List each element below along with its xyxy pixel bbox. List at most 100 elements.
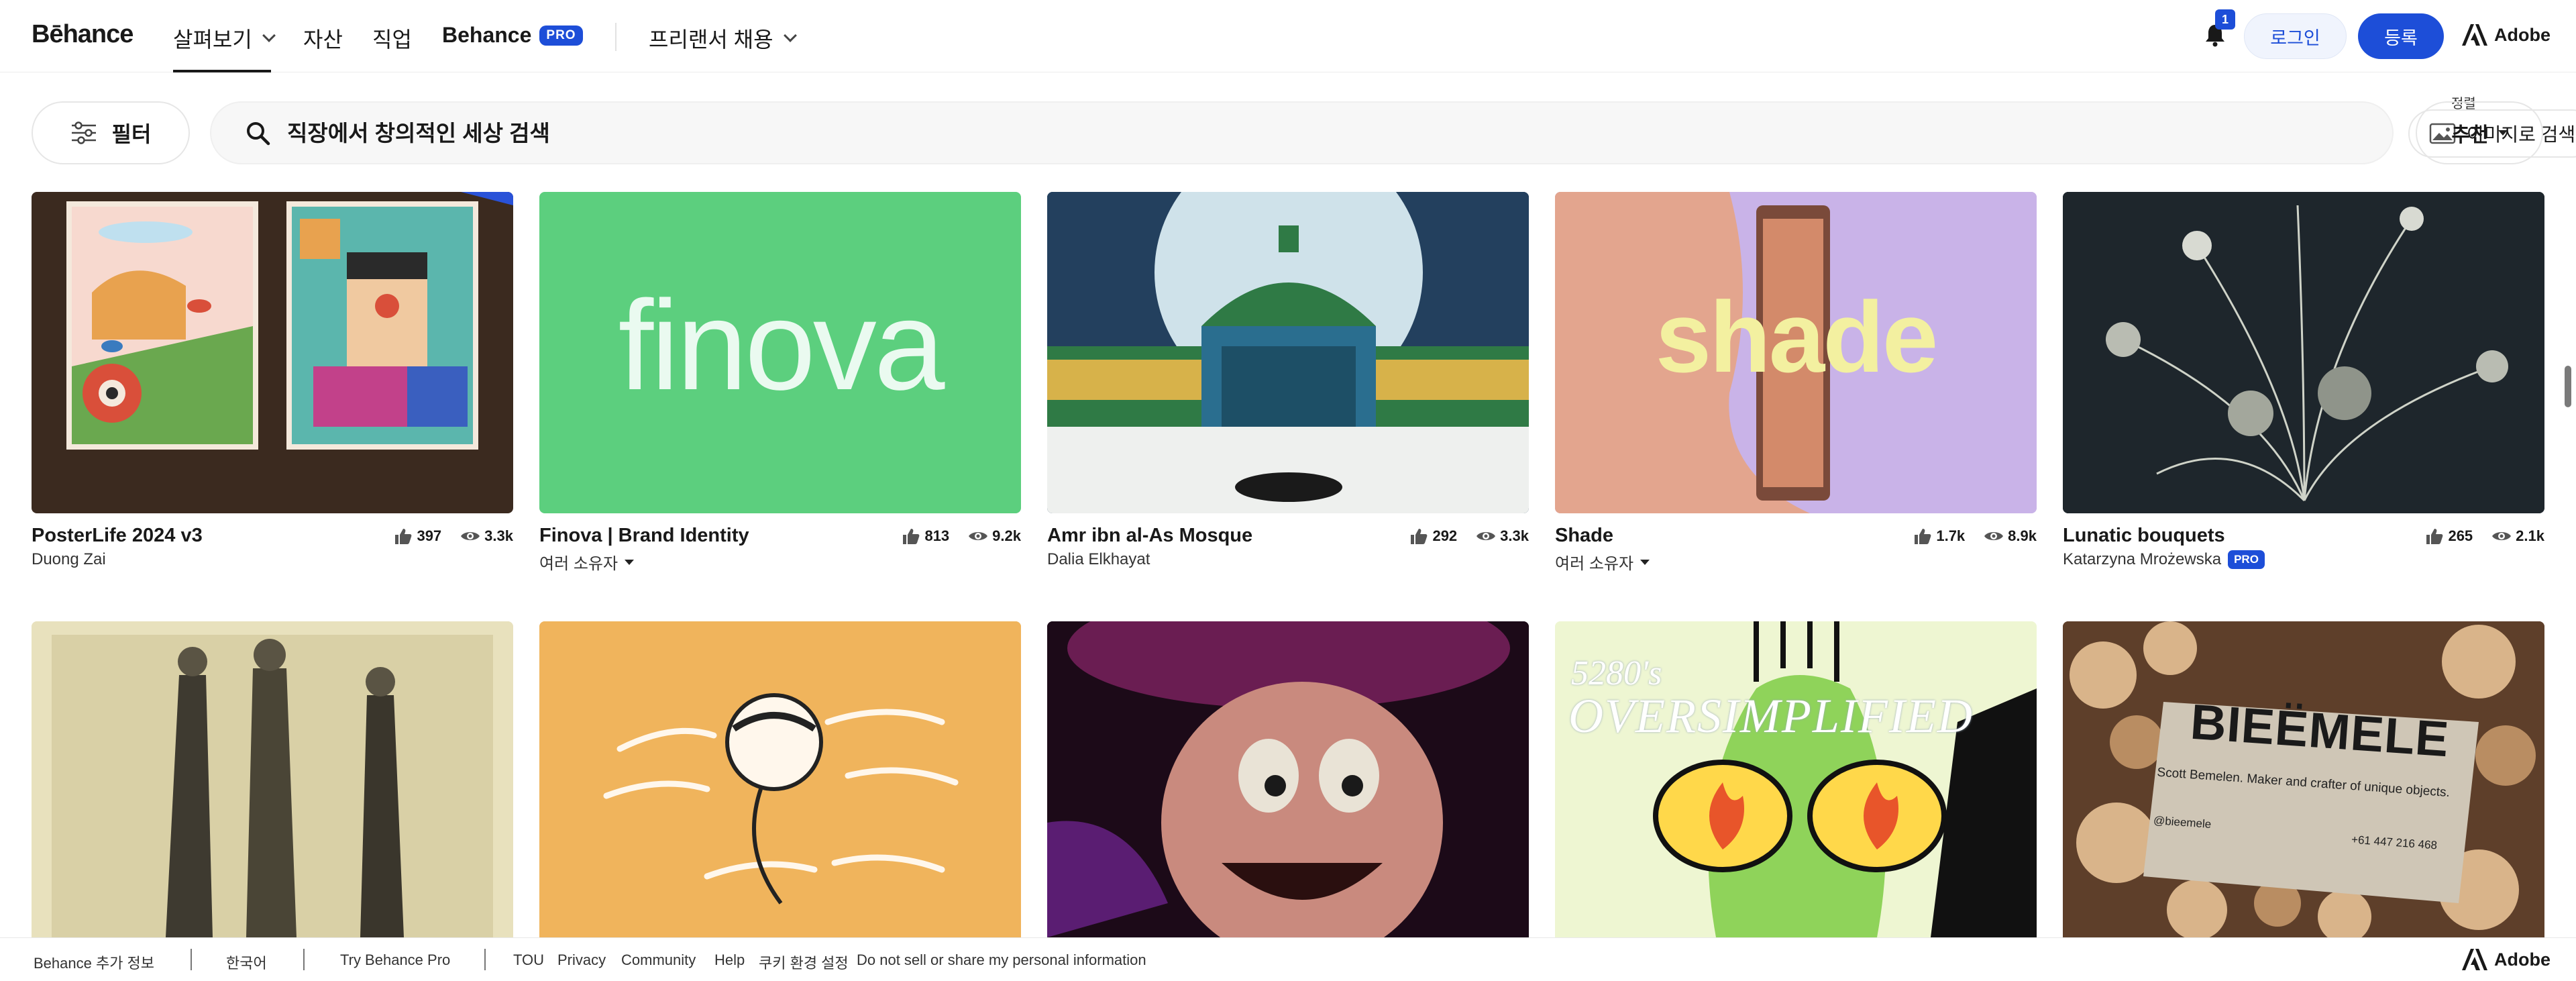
footer-cookies-link[interactable]: 쿠키 환경 설정 (759, 951, 849, 973)
eye-icon (2492, 532, 2512, 540)
nav-explore-label: 살펴보기 (173, 28, 252, 52)
likes: 1.7k (1913, 527, 1965, 545)
project-stats: 1.7k 8.9k (1901, 527, 2037, 545)
view-count: 3.3k (484, 527, 513, 544)
project-owner[interactable]: Katarzyna Mrożewska PRO (2063, 550, 2265, 569)
owner-pro-badge: PRO (2228, 550, 2265, 569)
project-owner[interactable]: 여러 소유자 (539, 550, 635, 574)
filter-button[interactable]: 필터 (32, 101, 190, 164)
footer-do-not-sell-link[interactable]: Do not sell or share my personal informa… (857, 951, 1146, 969)
nav-active-indicator (173, 70, 271, 72)
bouquets-artwork (2063, 192, 2544, 513)
project-owner[interactable]: Dalia Elkhayat (1047, 550, 1150, 569)
project-card[interactable]: Amr ibn al-As Mosque Dalia Elkhayat 292 … (1047, 192, 1529, 581)
sliders-icon (71, 121, 96, 144)
project-thumbnail[interactable] (539, 621, 1021, 937)
poster-title: OVERSIMPLIFIED (1568, 689, 1974, 743)
notification-count-badge: 1 (2215, 9, 2235, 30)
views: 2.1k (2491, 527, 2544, 545)
search-box[interactable]: 이미지로 검색 (210, 101, 2576, 164)
project-thumbnail[interactable] (32, 621, 513, 937)
project-thumbnail[interactable] (1047, 621, 1529, 937)
project-thumbnail[interactable] (32, 192, 513, 513)
eye-icon (1477, 532, 1496, 540)
thumbs-up-icon (1915, 529, 1931, 544)
behance-logo[interactable]: Bēhance (32, 20, 133, 49)
likes: 813 (902, 527, 949, 545)
owner-name: 여러 소유자 (539, 555, 619, 573)
view-count: 3.3k (1500, 527, 1529, 544)
footer-help-link[interactable]: Help (714, 951, 745, 969)
footer-more-link[interactable]: Behance 추가 정보 (34, 951, 154, 973)
project-thumbnail[interactable] (2063, 192, 2544, 513)
footer-try-pro-link[interactable]: Try Behance Pro (340, 951, 450, 969)
footer-adobe-link[interactable]: Adobe (2462, 949, 2551, 970)
view-count: 2.1k (2516, 527, 2544, 544)
project-owner[interactable]: Duong Zai (32, 550, 106, 569)
nav-explore[interactable]: 살펴보기 (173, 23, 276, 54)
footer-language-select[interactable]: 한국어 (226, 951, 267, 973)
page-scrollbar-thumb[interactable] (2565, 366, 2571, 407)
project-title[interactable]: Lunatic bouquets (2063, 525, 2225, 547)
footer-community-link[interactable]: Community (621, 951, 696, 969)
project-title[interactable]: Amr ibn al-As Mosque (1047, 525, 1252, 547)
footer-bar: Behance 추가 정보 한국어 Try Behance Pro TOU Pr… (0, 937, 2576, 981)
project-title[interactable]: Finova | Brand Identity (539, 525, 749, 547)
pro-badge: PRO (539, 25, 583, 46)
project-thumbnail[interactable]: BIEËMELE Scott Bemelen. Maker and crafte… (2063, 621, 2544, 937)
like-count: 265 (2448, 527, 2473, 544)
owner-name: 여러 소유자 (1555, 555, 1634, 573)
project-stats: 292 3.3k (1397, 527, 1529, 545)
views: 3.3k (1476, 527, 1529, 545)
footer-separator (303, 949, 305, 970)
project-card[interactable]: finova Finova | Brand Identity 여러 소유자 81… (539, 192, 1021, 581)
filter-label: 필터 (111, 122, 152, 146)
nav-hire-label: 프리랜서 채용 (649, 28, 773, 52)
nav-hire-freelancers[interactable]: 프리랜서 채용 (649, 23, 797, 54)
project-card[interactable]: shade Shade 여러 소유자 1.7k 8.9k (1555, 192, 2037, 581)
sort-value: 추천 (2451, 124, 2489, 146)
nav-assets-label: 자산 (303, 28, 343, 52)
like-count: 397 (417, 527, 442, 544)
footer-tou-link[interactable]: TOU (513, 951, 544, 969)
project-card[interactable]: PosterLife 2024 v3 Duong Zai 397 3.3k (32, 192, 513, 581)
nav-jobs[interactable]: 직업 (372, 23, 412, 54)
project-thumbnail[interactable]: shade (1555, 192, 2037, 513)
project-thumbnail[interactable]: finova (539, 192, 1021, 513)
thumbs-up-icon (1411, 529, 1428, 544)
owner-name: Duong Zai (32, 550, 106, 568)
project-stats: 397 3.3k (382, 527, 513, 545)
project-title[interactable]: Shade (1555, 525, 1613, 547)
login-button[interactable]: 로그인 (2244, 13, 2347, 59)
likes: 265 (2425, 527, 2473, 545)
shade-wordmark: shade (1655, 280, 1939, 393)
chevron-down-icon (262, 29, 276, 42)
mosque-artwork (1047, 192, 1529, 513)
nav-jobs-label: 직업 (372, 28, 412, 52)
adobe-label: Adobe (2494, 24, 2551, 45)
likes: 292 (1409, 527, 1457, 545)
project-thumbnail[interactable] (1047, 192, 1529, 513)
caret-down-icon (625, 559, 635, 565)
signup-button[interactable]: 등록 (2358, 13, 2444, 59)
project-thumbnail[interactable]: 5280's OVERSIMPLIFIED (1555, 621, 2037, 937)
nav-assets[interactable]: 자산 (303, 23, 343, 54)
nav-behance-pro[interactable]: Behance PRO (442, 23, 583, 48)
project-card[interactable]: Lunatic bouquets Katarzyna Mrożewska PRO… (2063, 192, 2544, 581)
project-owner[interactable]: 여러 소유자 (1555, 550, 1650, 574)
caret-down-icon (1640, 559, 1650, 565)
fashion-photo (32, 621, 513, 937)
search-input[interactable] (287, 115, 2165, 152)
footer-separator (191, 949, 192, 970)
footer-separator (484, 949, 486, 970)
swimmer-illustration (539, 621, 1021, 937)
project-stats: 813 9.2k (890, 527, 1021, 545)
sort-dropdown[interactable]: 추천 (2416, 101, 2543, 164)
adobe-link[interactable]: Adobe (2462, 24, 2551, 46)
footer-privacy-link[interactable]: Privacy (557, 951, 606, 969)
likes: 397 (394, 527, 441, 545)
project-title[interactable]: PosterLife 2024 v3 (32, 525, 203, 547)
eye-icon (461, 532, 480, 540)
chevron-down-icon (783, 29, 797, 42)
thumbs-up-icon (395, 529, 412, 544)
